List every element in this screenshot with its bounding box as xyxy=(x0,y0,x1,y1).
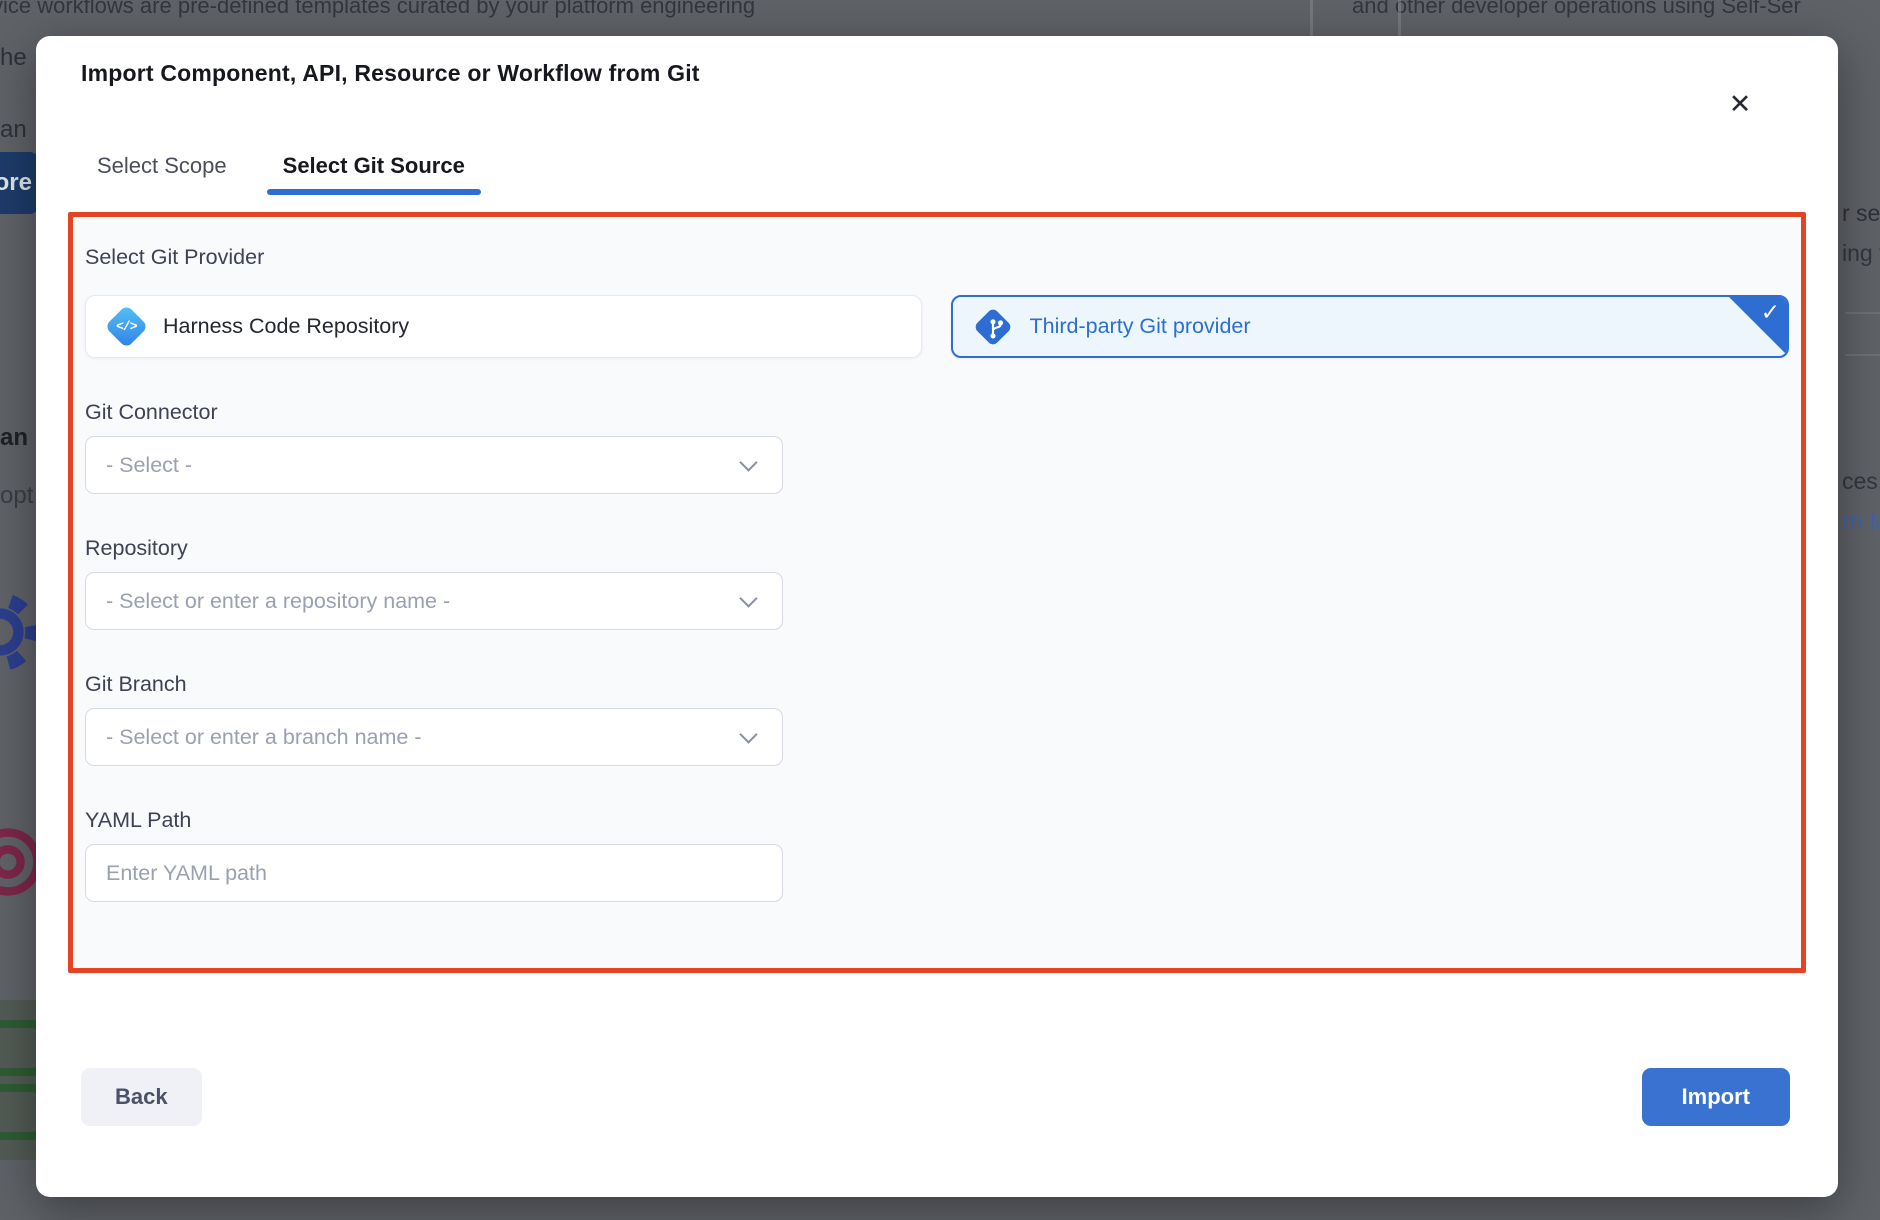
git-connector-group: Git Connector xyxy=(85,398,1789,494)
backdrop-divider xyxy=(1845,312,1880,314)
backdrop-fragment: ing t xyxy=(1842,240,1880,267)
backdrop-divider xyxy=(1398,0,1401,36)
backdrop-link-fragment: rn M xyxy=(1842,508,1880,535)
git-provider-label: Select Git Provider xyxy=(85,243,1789,271)
tab-select-git-source[interactable]: Select Git Source xyxy=(267,153,481,195)
annotation-highlight-box: Select Git Provider </> Harness Code Rep… xyxy=(68,212,1806,973)
yaml-path-group: YAML Path xyxy=(85,806,1789,902)
yaml-path-field[interactable] xyxy=(85,844,783,902)
git-connector-select[interactable] xyxy=(85,436,783,494)
close-icon[interactable]: ✕ xyxy=(1720,84,1760,124)
provider-card-harness-code[interactable]: </> Harness Code Repository xyxy=(85,295,922,358)
backdrop-divider xyxy=(1845,354,1880,356)
backdrop-divider xyxy=(1310,0,1313,36)
tab-label: Select Git Source xyxy=(283,153,465,178)
git-diamond-icon xyxy=(970,304,1016,350)
backdrop-fragment: he xyxy=(0,44,27,72)
backdrop-text-top-left: vice workflows are pre-defined templates… xyxy=(0,0,755,19)
dialog-footer: Back Import xyxy=(81,1068,1793,1126)
git-connector-label: Git Connector xyxy=(85,398,1789,426)
backdrop-fragment: an xyxy=(0,116,27,144)
check-icon: ✓ xyxy=(1761,299,1780,326)
provider-card-third-party-git[interactable]: Third-party Git provider ✓ xyxy=(951,295,1790,358)
backdrop-fragment: an xyxy=(0,424,28,452)
git-branch-input[interactable] xyxy=(85,708,783,766)
dialog-title: Import Component, API, Resource or Workf… xyxy=(81,60,1793,87)
provider-card-label: Third-party Git provider xyxy=(1030,314,1251,339)
backdrop-fragment: opt xyxy=(0,482,33,510)
yaml-path-input[interactable] xyxy=(85,844,783,902)
repository-select[interactable] xyxy=(85,572,783,630)
git-branch-select[interactable] xyxy=(85,708,783,766)
git-branch-label: Git Branch xyxy=(85,670,1789,698)
yaml-path-label: YAML Path xyxy=(85,806,1789,834)
import-from-git-dialog: Import Component, API, Resource or Workf… xyxy=(36,36,1838,1197)
code-diamond-icon: </> xyxy=(103,304,149,350)
back-button[interactable]: Back xyxy=(81,1068,202,1126)
backdrop-text-top-right: and other developer operations using Sel… xyxy=(1352,0,1801,19)
repository-label: Repository xyxy=(85,534,1789,562)
tab-select-scope[interactable]: Select Scope xyxy=(81,153,243,195)
git-provider-options: </> Harness Code Repository Third-party … xyxy=(85,295,1789,358)
dialog-tabs: Select Scope Select Git Source xyxy=(81,153,1793,195)
backdrop-fragment: r sel xyxy=(1842,200,1880,227)
repository-group: Repository xyxy=(85,534,1789,630)
git-branch-group: Git Branch xyxy=(85,670,1789,766)
backdrop-fragment: ces, xyxy=(1842,468,1880,495)
repository-input[interactable] xyxy=(85,572,783,630)
provider-card-label: Harness Code Repository xyxy=(163,314,409,339)
active-tab-indicator xyxy=(267,189,481,195)
tab-label: Select Scope xyxy=(97,153,227,178)
git-connector-input[interactable] xyxy=(85,436,783,494)
import-button[interactable]: Import xyxy=(1642,1068,1790,1126)
backdrop-explore-button: ore xyxy=(0,152,38,214)
